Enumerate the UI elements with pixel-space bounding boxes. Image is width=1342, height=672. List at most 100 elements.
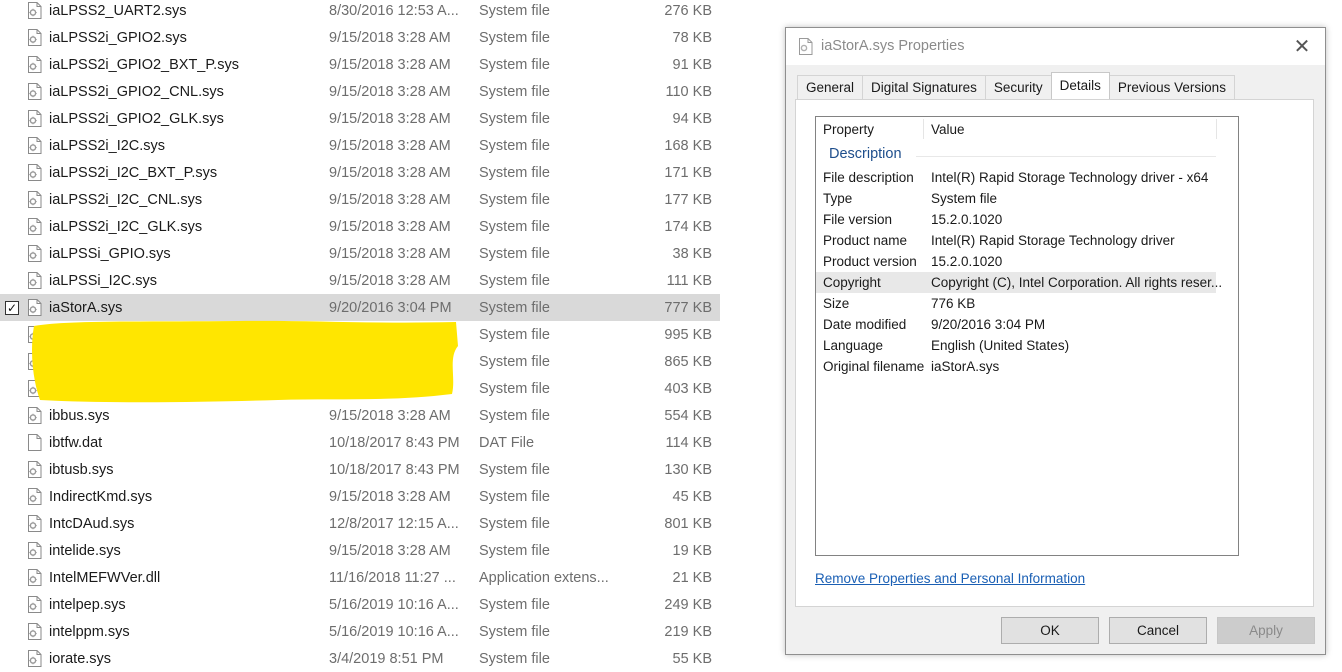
file-name: iaStorV.sys (49, 380, 121, 397)
system-file-icon (28, 137, 42, 154)
file-name: IntelMEFWVer.dll (49, 569, 161, 586)
property-row[interactable]: Size 776 KB (816, 293, 1216, 314)
file-row[interactable]: ✓ iaStorA.sys 9/20/2016 3:04 PM System file… (0, 294, 720, 321)
column-divider[interactable] (1216, 119, 1217, 139)
cancel-button[interactable]: Cancel (1109, 617, 1207, 644)
checkbox-checked-icon[interactable]: ✓ (5, 301, 19, 315)
file-name: ibbus.sys (49, 407, 110, 424)
file-size: 168 KB (664, 137, 712, 154)
file-date-modified: 9/15/2018 3:28 AM (329, 191, 451, 208)
file-name: iaLPSS2i_GPIO2_BXT_P.sys (49, 56, 239, 73)
file-row[interactable]: iaLPSSi_GPIO.sys 9/15/2018 3:28 AM System … (0, 240, 720, 267)
file-row[interactable]: ibtusb.sys 10/18/2017 8:43 PM System file 1… (0, 456, 720, 483)
property-name: Copyright (823, 275, 881, 290)
property-name: Size (823, 296, 850, 311)
file-date-modified: 3/4/2019 8:51 PM (329, 650, 444, 667)
column-header-value[interactable]: Value (931, 122, 965, 137)
properties-list[interactable]: Property Value Description File descript… (815, 116, 1239, 556)
file-size: 177 KB (664, 191, 712, 208)
file-name: iaLPSS2i_I2C_CNL.sys (49, 191, 203, 208)
file-row[interactable]: iaLPSS2i_GPIO2_BXT_P.sys 9/15/2018 3:28 A… (0, 51, 720, 78)
properties-header: Property Value (816, 117, 1238, 141)
file-row[interactable]: IntelMEFWVer.dll 11/16/2018 11:27 ... Appl… (0, 564, 720, 591)
file-size: 110 KB (665, 83, 713, 100)
column-divider[interactable] (923, 119, 924, 139)
tab-previous-versions[interactable]: Previous Versions (1108, 75, 1235, 99)
property-value: 776 KB (931, 296, 976, 311)
system-file-icon (28, 164, 42, 181)
file-row[interactable]: iaLPSS2_UART2.sys 8/30/2016 12:53 A... Sys… (0, 0, 720, 24)
file-type: System file (479, 326, 550, 343)
file-date-modified: 5/16/2019 10:16 A... (329, 623, 459, 640)
file-name: intelpep.sys (49, 596, 126, 613)
property-row[interactable]: Date modified 9/20/2016 3:04 PM (816, 314, 1216, 335)
file-date-modified: 9/15/2018 3:28 AM (329, 83, 451, 100)
tab-general[interactable]: General (797, 75, 864, 99)
system-file-icon (28, 569, 42, 586)
file-row[interactable]: iaLPSS2i_GPIO2_CNL.sys 9/15/2018 3:28 AM S… (0, 78, 720, 105)
tab-digital-signatures[interactable]: Digital Signatures (862, 75, 986, 99)
property-row[interactable]: File description Intel(R) Rapid Storage T… (816, 167, 1216, 188)
system-file-icon (28, 488, 42, 505)
file-name: intelide.sys (49, 542, 121, 559)
file-row[interactable]: IndirectKmd.sys 9/15/2018 3:28 AM System f… (0, 483, 720, 510)
file-name: iaLPSSi_GPIO.sys (49, 245, 171, 262)
file-row[interactable]: IntcDAud.sys 12/8/2017 12:15 A... System f… (0, 510, 720, 537)
file-name: iaLPSS2i_GPIO2.sys (49, 29, 187, 46)
file-name: iaLPSS2i_GPIO2_CNL.sys (49, 83, 224, 100)
file-row[interactable]: ibbus.sys 9/15/2018 3:28 AM System file 554… (0, 402, 720, 429)
system-file-icon (28, 623, 42, 640)
file-type: Application extens... (479, 569, 609, 586)
property-row[interactable]: Language English (United States) (816, 335, 1216, 356)
property-row[interactable]: Product name Intel(R) Rapid Storage Techn… (816, 230, 1216, 251)
ok-button[interactable]: OK (1001, 617, 1099, 644)
file-date-modified: 9/15/2018 3:28 AM (329, 380, 451, 397)
file-type: DAT File (479, 434, 535, 451)
file-row[interactable]: intelpep.sys 5/16/2019 10:16 A... System f… (0, 591, 720, 618)
file-type: System file (479, 488, 550, 505)
property-row[interactable]: File version 15.2.0.1020 (816, 209, 1216, 230)
tab-details[interactable]: Details (1050, 72, 1110, 99)
property-row[interactable]: Copyright Copyright (C), Intel Corporatio… (816, 272, 1222, 293)
file-row[interactable]: iorate.sys 3/4/2019 8:51 PM System file 55 … (0, 645, 720, 672)
file-name: iaStorAC.sys (49, 326, 133, 343)
file-row[interactable]: iaLPSS2i_I2C_GLK.sys 9/15/2018 3:28 AM Sys… (0, 213, 720, 240)
file-row[interactable]: iaStorAVC.sys 9/15/2018 3:28 AM System fil… (0, 348, 720, 375)
file-row[interactable]: intelide.sys 9/15/2018 3:28 AM System file… (0, 537, 720, 564)
file-row[interactable]: iaLPSS2i_I2C_BXT_P.sys 9/15/2018 3:28 AM S… (0, 159, 720, 186)
dialog-titlebar[interactable]: iaStorA.sys Properties ✕ (786, 28, 1325, 65)
file-size: 21 KB (672, 569, 713, 586)
file-type: System file (479, 623, 550, 640)
tab-security[interactable]: Security (984, 75, 1052, 99)
close-button[interactable]: ✕ (1287, 32, 1317, 60)
property-value: Copyright (C), Intel Corporation. All ri… (931, 275, 1223, 290)
file-row[interactable]: iaLPSS2i_GPIO2.sys 9/15/2018 3:28 AM Syste… (0, 24, 720, 51)
file-name: iaLPSS2i_GPIO2_GLK.sys (49, 110, 224, 127)
property-row[interactable]: Type System file (816, 188, 1216, 209)
property-row[interactable]: Original filename iaStorA.sys (816, 356, 1216, 377)
file-row[interactable]: iaLPSS2i_I2C.sys 9/15/2018 3:28 AM System … (0, 132, 720, 159)
file-date-modified: 9/15/2018 3:28 AM (329, 488, 451, 505)
file-row[interactable]: iaStorV.sys 9/15/2018 3:28 AM System file 4… (0, 375, 720, 402)
file-size: 114 KB (665, 434, 713, 451)
file-type: System file (479, 542, 550, 559)
file-size: 801 KB (664, 515, 712, 532)
file-row[interactable]: iaLPSS2i_GPIO2_GLK.sys 9/15/2018 3:28 AM S… (0, 105, 720, 132)
file-size: 174 KB (664, 218, 712, 235)
file-size: 111 KB (666, 272, 712, 289)
file-row[interactable]: ibtfw.dat 10/18/2017 8:43 PM DAT File 114 K… (0, 429, 720, 456)
column-header-property[interactable]: Property (823, 122, 874, 137)
apply-button[interactable]: Apply (1217, 617, 1315, 644)
file-type: System file (479, 650, 550, 667)
system-file-icon (28, 29, 42, 46)
file-row[interactable]: iaStorAC.sys 2/27/2019 1:46 PM System file… (0, 321, 720, 348)
remove-properties-link[interactable]: Remove Properties and Personal Informati… (815, 571, 1085, 586)
file-row[interactable]: intelppm.sys 5/16/2019 10:16 A... System f… (0, 618, 720, 645)
close-icon: ✕ (1293, 35, 1311, 58)
file-type: System file (479, 407, 550, 424)
file-size: 94 KB (672, 110, 713, 127)
file-row[interactable]: iaLPSSi_I2C.sys 9/15/2018 3:28 AM System f… (0, 267, 720, 294)
file-row[interactable]: iaLPSS2i_I2C_CNL.sys 9/15/2018 3:28 AM Sys… (0, 186, 720, 213)
tab-strip: General Digital Signatures Security Details… (797, 72, 1235, 99)
property-row[interactable]: Product version 15.2.0.1020 (816, 251, 1216, 272)
